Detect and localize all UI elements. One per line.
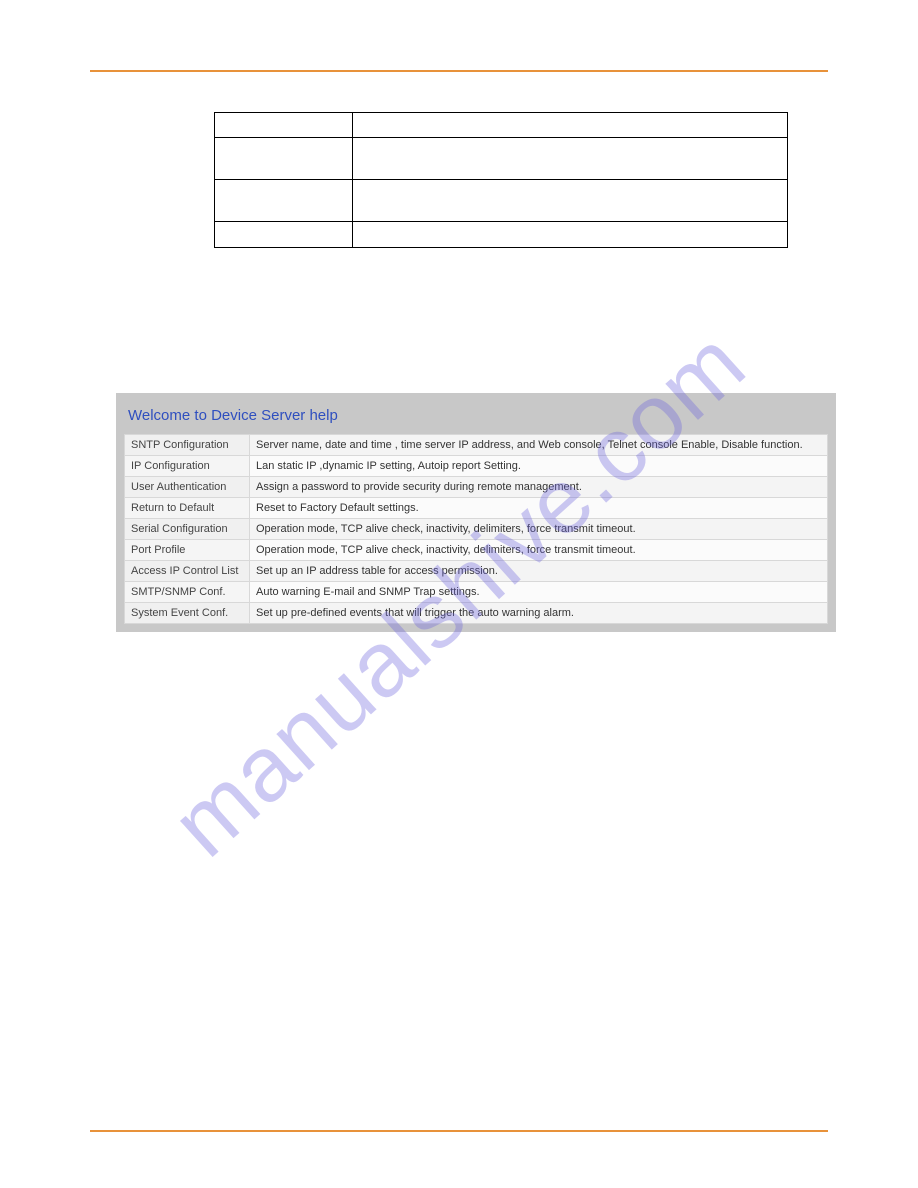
help-row: Port Profile Operation mode, TCP alive c… xyxy=(125,540,828,561)
help-row-label: User Authentication xyxy=(125,477,250,498)
help-row-label: Access IP Control List xyxy=(125,561,250,582)
help-row: Access IP Control List Set up an IP addr… xyxy=(125,561,828,582)
help-row-label: System Event Conf. xyxy=(125,603,250,624)
help-row-label: IP Configuration xyxy=(125,456,250,477)
help-row-desc: Reset to Factory Default settings. xyxy=(250,498,828,519)
help-row-label: Return to Default xyxy=(125,498,250,519)
help-row-desc: Assign a password to provide security du… xyxy=(250,477,828,498)
help-row-desc: Server name, date and time , time server… xyxy=(250,435,828,456)
help-row-desc: Set up pre-defined events that will trig… xyxy=(250,603,828,624)
help-table: SNTP Configuration Server name, date and… xyxy=(124,434,828,624)
help-row-desc: Operation mode, TCP alive check, inactiv… xyxy=(250,540,828,561)
help-row: System Event Conf. Set up pre-defined ev… xyxy=(125,603,828,624)
help-row-label: SMTP/SNMP Conf. xyxy=(125,582,250,603)
divider-bottom xyxy=(90,1130,828,1132)
help-row-label: SNTP Configuration xyxy=(125,435,250,456)
help-row-label: Port Profile xyxy=(125,540,250,561)
help-row-desc: Lan static IP ,dynamic IP setting, Autoi… xyxy=(250,456,828,477)
help-panel: Welcome to Device Server help SNTP Confi… xyxy=(116,393,836,632)
help-row-desc: Operation mode, TCP alive check, inactiv… xyxy=(250,519,828,540)
help-row: SNTP Configuration Server name, date and… xyxy=(125,435,828,456)
help-row: User Authentication Assign a password to… xyxy=(125,477,828,498)
help-row-label: Serial Configuration xyxy=(125,519,250,540)
help-title: Welcome to Device Server help xyxy=(124,401,828,434)
help-row: IP Configuration Lan static IP ,dynamic … xyxy=(125,456,828,477)
help-row-desc: Set up an IP address table for access pe… xyxy=(250,561,828,582)
help-row: SMTP/SNMP Conf. Auto warning E-mail and … xyxy=(125,582,828,603)
upper-empty-table xyxy=(214,112,788,248)
help-row: Return to Default Reset to Factory Defau… xyxy=(125,498,828,519)
help-row: Serial Configuration Operation mode, TCP… xyxy=(125,519,828,540)
help-row-desc: Auto warning E-mail and SNMP Trap settin… xyxy=(250,582,828,603)
divider-top xyxy=(90,70,828,72)
